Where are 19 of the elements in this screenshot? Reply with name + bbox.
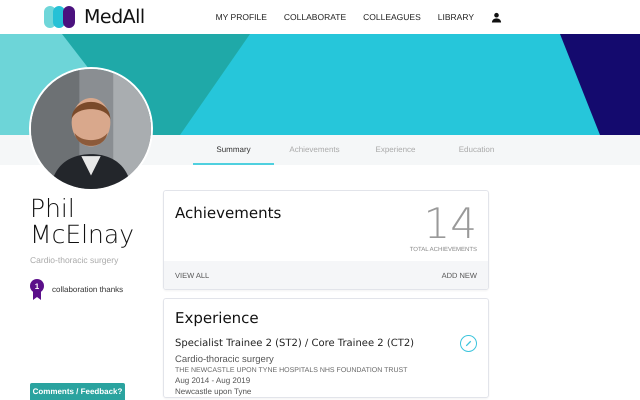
profile-tab[interactable]: Summary xyxy=(193,135,274,165)
user-icon[interactable] xyxy=(491,12,502,22)
brand-name: MedAll xyxy=(84,6,145,28)
nav-link[interactable]: MY PROFILE xyxy=(216,12,267,22)
job-role: Specialist Trainee 2 (ST2) / Core Trainee 2 (CT2) xyxy=(175,338,414,349)
job-location: Newcastle upon Tyne xyxy=(175,387,252,397)
job-specialty: Cardio-thoracic surgery xyxy=(175,354,275,365)
profile-specialty: Cardio-thoracic surgery xyxy=(30,255,120,265)
card-title: Achievements xyxy=(175,204,282,224)
nav-link[interactable]: COLLEAGUES xyxy=(363,12,421,22)
badge-label: collaboration thanks xyxy=(52,285,124,294)
profile-name: Phil McElnay xyxy=(30,196,136,248)
logo-icon xyxy=(44,6,78,28)
job-dates: Aug 2014 - Aug 2019 xyxy=(175,376,252,386)
nav-link[interactable]: LIBRARY xyxy=(438,12,474,22)
achievements-total: 14 xyxy=(424,204,477,244)
nav-link[interactable]: COLLABORATE xyxy=(284,12,346,22)
pencil-icon xyxy=(464,339,473,348)
card-title: Experience xyxy=(175,309,260,327)
